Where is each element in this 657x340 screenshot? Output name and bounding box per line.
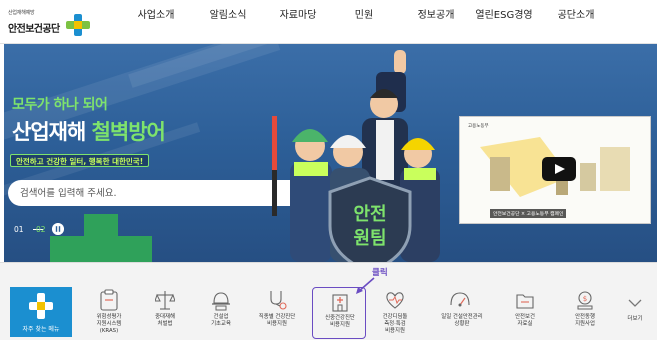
- site-header: 산업재해예방 안전보건공단 사업소개 알림소식 자료마당 민원 정보공개 열린E…: [0, 0, 657, 44]
- quick-item-label: 안전보건 자료실: [515, 314, 535, 327]
- quick-item-health-stepping-stone[interactable]: 건강디딤돌 측정·특검 비용지원: [368, 287, 422, 339]
- quick-item-label: 위험성평가 지원시스템 (KRAS): [96, 314, 122, 334]
- folder-icon: [516, 294, 534, 309]
- more-button[interactable]: 더보기: [622, 292, 648, 332]
- quick-item-label: 건설업 기초교육: [211, 314, 231, 327]
- quick-item-occupational-health-exam[interactable]: 직종별 건강진단 비용지원: [250, 287, 304, 339]
- ministry-label: 고용노동부: [468, 124, 489, 129]
- hero-banner: 모두가 하나 되어 산업재해 철벽방어 안전하고 건강한 일터, 행복한 대한민…: [4, 44, 657, 262]
- hospital-icon: [332, 294, 348, 312]
- quick-menu: 자주 찾는 메뉴 위험성평가 지원시스템 (KRAS) 중대재해 처벌법 건설업…: [0, 262, 657, 340]
- quick-item-label: 일일 건설안전관리 상황판: [441, 314, 483, 327]
- nav-item-resources[interactable]: 자료마당: [262, 11, 334, 21]
- quick-item-label: 중대재해 처벌법: [155, 314, 175, 327]
- kosha-logo[interactable]: 산업재해예방 안전보건공단: [8, 6, 94, 40]
- nav-item-about[interactable]: 공단소개: [540, 11, 612, 21]
- video-caption: 안전보건공단 × 고용노동부 캠페인: [490, 209, 567, 218]
- clipboard-icon: [100, 289, 118, 311]
- hero-slogan-line3: 안전하고 건강한 일터, 행복한 대한민국!: [10, 154, 150, 167]
- hero-slogan-part-a: 산업재해: [12, 120, 86, 144]
- safety-shield-icon: 안전 원팀: [328, 176, 412, 262]
- more-button-label: 더보기: [627, 316, 643, 322]
- slide-page-2[interactable]: 02: [36, 225, 46, 234]
- quick-item-label: 신중건강진단 비용지원: [325, 315, 355, 328]
- shield-text-2: 원팀: [353, 228, 386, 249]
- scales-icon: [155, 291, 175, 310]
- chevron-down-icon: [628, 299, 642, 307]
- quick-menu-title: 자주 찾는 메뉴: [10, 287, 72, 337]
- nav-item-news[interactable]: 알림소식: [192, 11, 264, 21]
- nav-item-business[interactable]: 사업소개: [120, 11, 192, 21]
- heart-pulse-icon: [386, 292, 404, 309]
- green-cross-icon: [50, 214, 152, 262]
- hero-slogan-line1: 모두가 하나 되어: [12, 97, 108, 113]
- nav-item-open-esg[interactable]: 열린ESG경영: [472, 11, 536, 21]
- quick-item-label: 직종별 건강진단 비용지원: [258, 314, 296, 327]
- quick-item-label: 안전동행 지원사업: [575, 314, 595, 327]
- slide-page-1[interactable]: 01: [14, 225, 24, 234]
- quick-item-kras[interactable]: 위험성평가 지원시스템 (KRAS): [82, 287, 136, 339]
- coin-icon: $: [577, 291, 593, 310]
- stethoscope-icon: [270, 291, 287, 310]
- nav-item-civil-petition[interactable]: 민원: [328, 11, 400, 21]
- logo-mark-icon: [66, 14, 90, 36]
- quick-item-daily-construction-board[interactable]: 일일 건설안전관리 상황판: [432, 287, 492, 339]
- quick-item-label: 건강디딤돌 측정·특검 비용지원: [382, 314, 408, 334]
- quick-item-safety-partnership[interactable]: $ 안전동행 지원사업: [558, 287, 612, 339]
- favorite-menu-icon: [29, 293, 53, 319]
- quick-item-construction-training[interactable]: 건설업 기초교육: [194, 287, 248, 339]
- hero-slogan-line2: 산업재해 철벽방어: [12, 116, 166, 146]
- helmet-icon: [212, 292, 230, 311]
- play-icon[interactable]: [542, 157, 576, 181]
- gauge-icon: [450, 292, 470, 307]
- logo-title: 안전보건공단: [8, 24, 60, 35]
- promo-video-thumbnail[interactable]: 고용노동부 안전보건공단 × 고용노동부 캠페인: [459, 116, 651, 224]
- annotation-arrow-icon: [356, 277, 375, 294]
- nav-item-information-disclosure[interactable]: 정보공개: [400, 11, 472, 21]
- pause-icon[interactable]: [52, 223, 64, 235]
- hero-slogan-part-b: 철벽방어: [91, 120, 166, 144]
- quick-item-serious-accident-law[interactable]: 중대재해 처벌법: [138, 287, 192, 339]
- quick-menu-title-label: 자주 찾는 메뉴: [22, 326, 60, 333]
- quick-item-safety-library[interactable]: 안전보건 자료실: [498, 287, 552, 339]
- svg-text:$: $: [583, 295, 587, 303]
- shield-text-1: 안전: [353, 204, 386, 225]
- logo-subtitle: 산업재해예방: [8, 10, 35, 16]
- main-nav: 사업소개 알림소식 자료마당 민원 정보공개 열린ESG경영 공단소개: [120, 0, 650, 44]
